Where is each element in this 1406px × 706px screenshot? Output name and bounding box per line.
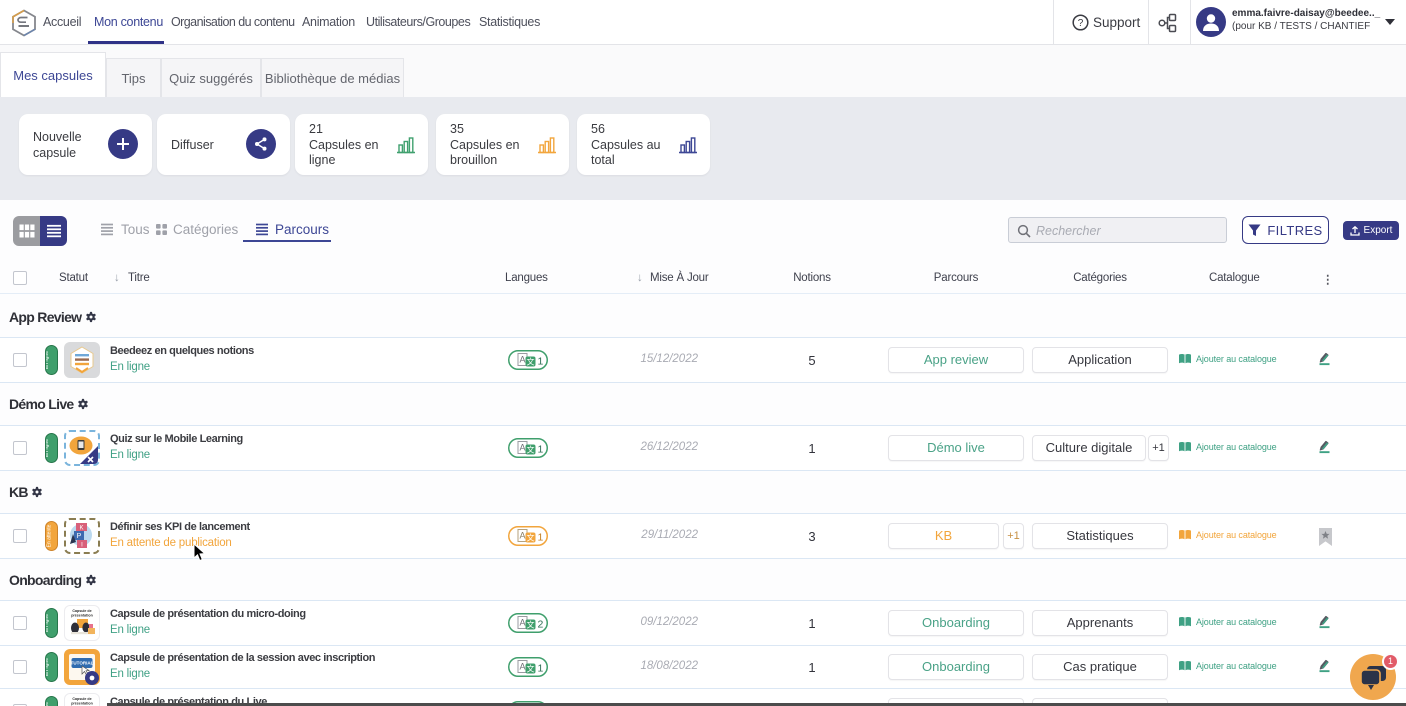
svg-text:Capsule de: Capsule de [72, 697, 91, 701]
svg-text:A: A [519, 443, 525, 453]
svg-text:A: A [519, 355, 525, 365]
svg-text:A: A [519, 662, 525, 672]
svg-text:Capsule de: Capsule de [72, 609, 91, 613]
svg-text:?: ? [1078, 18, 1084, 29]
svg-text:A: A [519, 618, 525, 628]
svg-text:文: 文 [527, 445, 535, 455]
svg-text:K: K [79, 526, 83, 532]
svg-text:P: P [77, 533, 82, 540]
svg-text:présentation: présentation [71, 702, 93, 706]
svg-text:TUTORIAL: TUTORIAL [71, 661, 94, 666]
svg-text:1: 1 [538, 444, 544, 456]
svg-text:1: 1 [538, 532, 544, 544]
svg-text:présentation: présentation [71, 614, 93, 618]
svg-text:文: 文 [527, 533, 535, 543]
svg-text:1: 1 [538, 663, 544, 675]
svg-text:文: 文 [527, 357, 535, 367]
svg-text:文: 文 [527, 620, 535, 630]
svg-text:1: 1 [538, 356, 544, 368]
svg-text:文: 文 [527, 664, 535, 674]
svg-text:2: 2 [538, 619, 544, 631]
svg-text:A: A [519, 531, 525, 541]
